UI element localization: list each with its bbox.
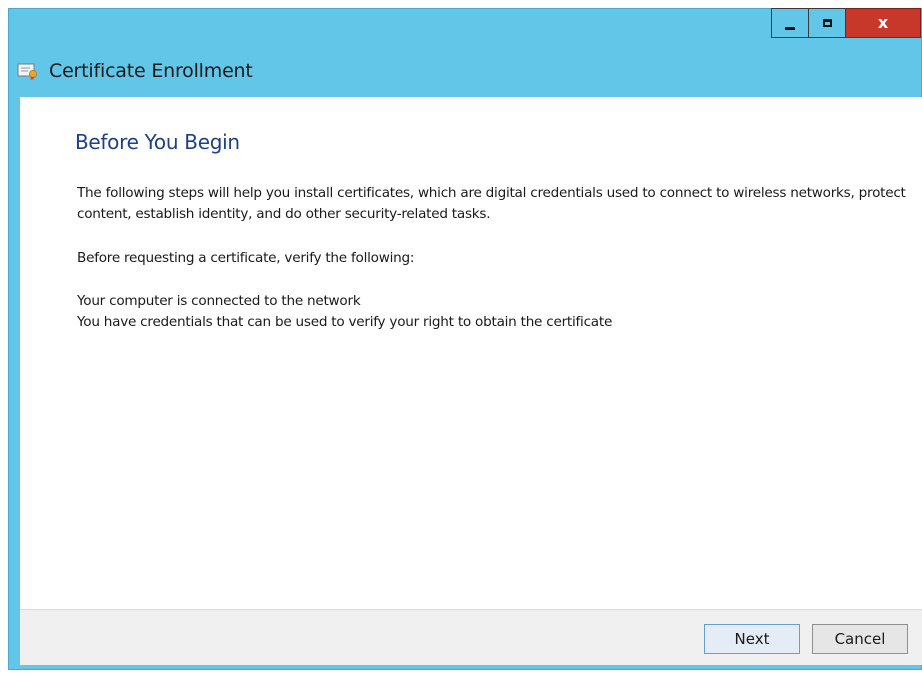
cancel-button[interactable]: Cancel <box>812 624 908 654</box>
close-button[interactable]: x <box>845 8 921 38</box>
maximize-icon <box>822 19 832 27</box>
requirement-item: Your computer is connected to the networ… <box>77 293 361 309</box>
maximize-button[interactable] <box>808 8 846 38</box>
next-button[interactable]: Next <box>704 624 800 654</box>
close-icon: x <box>877 13 889 32</box>
wizard-page: Before You Begin The following steps wil… <box>20 97 922 665</box>
minimize-icon <box>785 26 795 30</box>
page-heading: Before You Begin <box>75 130 240 154</box>
window-title: Certificate Enrollment <box>49 60 253 82</box>
wizard-footer: Next Cancel <box>20 609 922 665</box>
title-bar: Certificate Enrollment <box>17 60 253 82</box>
requirements-list: Your computer is connected to the networ… <box>77 291 907 333</box>
verify-prompt-text: Before requesting a certificate, verify … <box>77 250 415 266</box>
window-caption-buttons: x <box>771 8 921 39</box>
certificate-enrollment-window: x Certificate Enrollment Before You Begi… <box>8 8 922 670</box>
minimize-button[interactable] <box>771 8 809 38</box>
certificate-icon <box>17 63 37 80</box>
intro-text: The following steps will help you instal… <box>77 185 906 222</box>
requirement-item: You have credentials that can be used to… <box>77 314 613 330</box>
